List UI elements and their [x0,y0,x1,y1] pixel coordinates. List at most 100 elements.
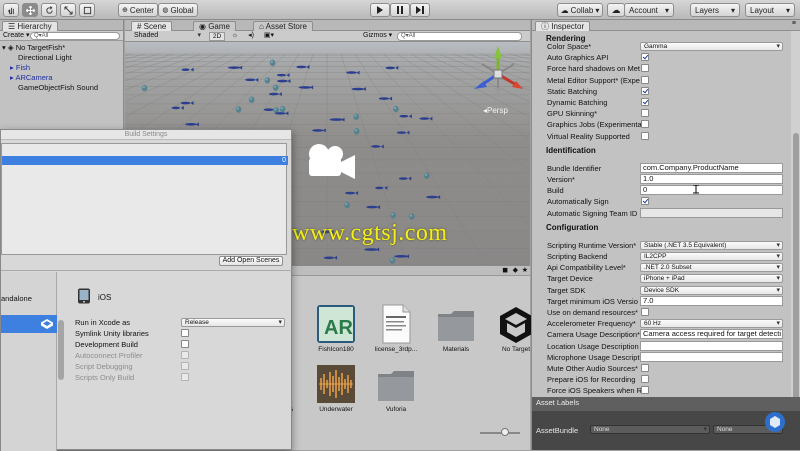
setting-checkbox[interactable] [641,75,649,84]
setting-text-field[interactable]: 7.0 [640,295,783,306]
play-button[interactable] [370,3,390,17]
account-dropdown[interactable]: Account ▾ [624,3,674,17]
shading-mode-dropdown[interactable]: Shaded [131,32,203,41]
setting-text-field[interactable] [640,207,783,218]
gizmos-dropdown[interactable]: Gizmos ▾ [363,32,392,41]
scene-search-input[interactable]: Q▾All [397,32,522,41]
section-header-identification[interactable]: Identification [546,146,596,155]
setting-checkbox[interactable] [641,53,649,62]
setting-text-field[interactable]: Camera access required for target detect… [640,329,783,340]
scene-list-row[interactable]: 0 [2,156,288,165]
tab-asset-store[interactable]: ⌂ Asset Store [253,21,313,31]
create-button[interactable]: Create ▾ [3,32,29,40]
setting-text-field[interactable]: 0 [640,185,783,196]
audio-clip-icon[interactable] [316,364,356,404]
step-icon [416,6,424,14]
zoom-slider[interactable] [480,432,520,434]
setting-checkbox[interactable] [641,64,649,73]
play-icon [377,6,383,14]
pivot-center-toggle[interactable]: ⊕ Center [118,3,158,17]
tab-hierarchy[interactable]: ☰ Hierarchy [2,21,58,31]
setting-checkbox[interactable] [641,98,649,106]
pause-button[interactable] [390,3,410,17]
star-icon[interactable]: ★ [522,266,528,274]
platform-item-standalone[interactable]: andalone [1,294,32,303]
tab-inspector[interactable]: ⓘ Inspector [535,21,591,31]
setting-checkbox[interactable] [641,131,649,140]
setting-row: Microphone Usage Descript [532,351,790,363]
hierarchy-search-input[interactable]: Q▾All [30,32,120,40]
tab-scene[interactable]: # Scene [131,21,173,31]
collab-button[interactable]: ☁ Collab ▾ [557,3,603,17]
lighting-toggle-icon[interactable]: ☼ [229,32,241,41]
hierarchy-item[interactable]: GameObjectFish Sound [18,83,98,92]
setting-checkbox[interactable] [641,386,649,395]
scene-root-row[interactable]: ▾ ◈ No TargetFish* [2,43,65,52]
setting-dropdown[interactable]: Stable (.NET 3.5 Equivalent) [640,240,783,250]
setting-checkbox[interactable] [641,120,649,129]
inspector-scrollbar-thumb[interactable] [793,133,799,401]
scenes-in-build-list[interactable]: 0 [1,143,288,255]
asset-labels-header[interactable]: Asset Labels [532,397,800,411]
move-tool-icon[interactable] [22,3,38,17]
asset-name[interactable]: license_3rdp... [366,346,426,353]
add-open-scenes-button[interactable]: Add Open Scenes [219,256,283,266]
account-label: Account [629,5,658,15]
setting-checkbox[interactable] [641,109,649,118]
build-option-checkbox[interactable] [181,340,189,348]
tab-game[interactable]: ◉ Game [193,21,236,31]
panel-menu-icon[interactable]: ≡ [792,20,796,27]
effects-toggle-icon[interactable]: ▣▾ [261,32,277,41]
setting-checkbox[interactable] [641,364,649,372]
setting-text-field[interactable]: com.Company.ProductName [640,162,783,173]
hierarchy-item[interactable]: Directional Light [18,53,72,62]
cloud-services-button[interactable]: ☁ [607,3,625,17]
setting-checkbox[interactable] [641,308,649,316]
run-in-xcode-dropdown[interactable]: Release [181,318,285,327]
asset-name[interactable]: FishIcon180 [306,346,366,353]
folder-icon[interactable] [376,364,416,404]
pivot-global-toggle[interactable]: ◍ Global [158,3,198,17]
unity-scene-icon[interactable] [496,304,536,344]
rect-tool-icon[interactable] [79,3,95,17]
folder-icon[interactable] [436,304,476,344]
section-header-configuration[interactable]: Configuration [546,223,598,232]
setting-text-field[interactable] [640,351,783,362]
setting-checkbox[interactable] [641,375,649,384]
gizmos-label: Gizmos [363,32,387,39]
camera-gizmo-icon[interactable] [301,142,357,182]
projection-label[interactable]: ◂Persp [483,106,508,115]
setting-text-field[interactable] [640,340,783,351]
asset-name[interactable]: Vuforia [366,406,426,413]
setting-checkbox[interactable] [641,86,649,95]
scale-tool-icon[interactable] [60,3,76,17]
tag-icon[interactable]: ◆ [513,266,518,274]
setting-checkbox[interactable] [641,197,649,206]
lock-icon[interactable]: ◼ [502,266,508,274]
setting-dropdown[interactable]: Device SDK [640,285,783,295]
setting-text-field[interactable]: 1.0 [640,174,783,184]
hand-tool-icon[interactable] [3,3,19,17]
setting-dropdown[interactable]: Gamma [640,42,783,51]
hierarchy-item[interactable]: ▸ Fish [10,63,30,72]
hierarchy-item[interactable]: ▸ ARCamera [10,73,53,82]
document-icon[interactable] [376,304,416,344]
audio-toggle-icon[interactable]: ◂) [245,32,257,41]
asset-name[interactable]: Underwater [306,406,366,413]
setting-dropdown[interactable]: iPhone + iPad [640,274,783,284]
setting-dropdown[interactable]: .NET 2.0 Subset [640,263,783,273]
rotate-tool-icon[interactable] [41,3,57,17]
asset-name[interactable]: Materials [426,346,486,353]
texture-icon[interactable]: AR [316,304,356,344]
inspector-scrollbar[interactable] [791,31,800,413]
zoom-slider-handle[interactable] [501,428,509,436]
step-button[interactable] [410,3,430,17]
scene-orientation-gizmo[interactable] [468,44,528,104]
build-option-checkbox[interactable] [181,329,189,337]
asset-bundle-dropdown[interactable]: None [590,425,710,434]
layers-dropdown[interactable]: Layers ▾ [690,3,740,17]
setting-dropdown[interactable]: IL2CPP [640,252,783,261]
2d-toggle[interactable]: 2D [209,32,225,41]
layout-dropdown[interactable]: Layout ▾ [745,3,795,17]
setting-dropdown[interactable]: 60 Hz [640,319,783,329]
